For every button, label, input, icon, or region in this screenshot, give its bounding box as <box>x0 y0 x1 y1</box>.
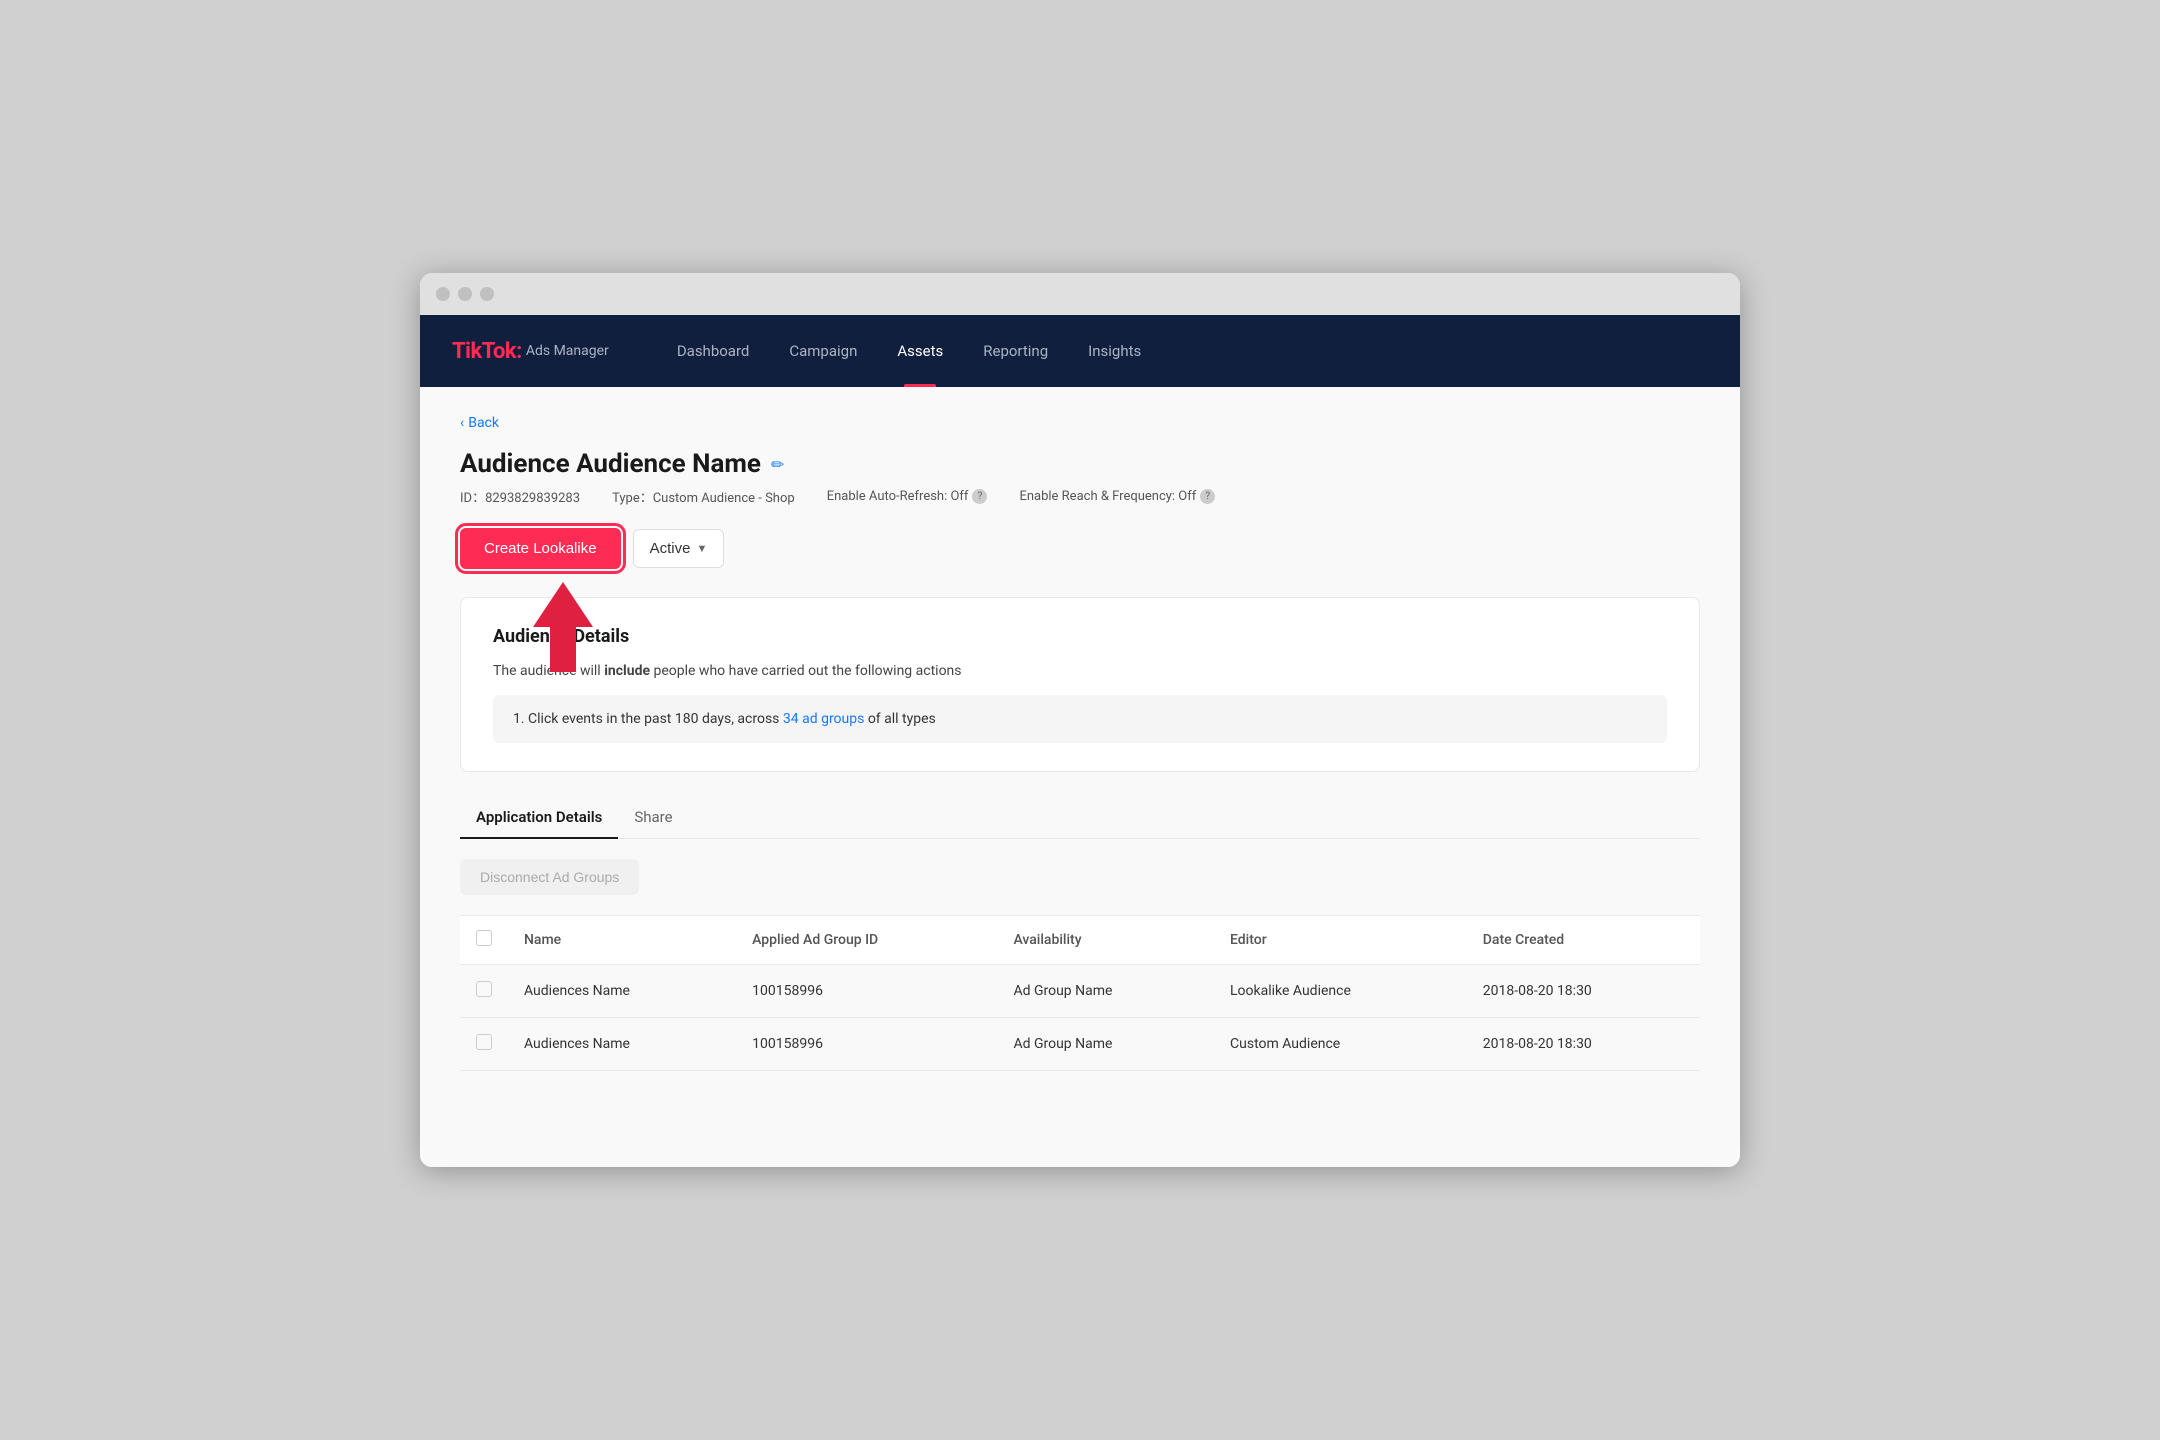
row-checkbox-cell-2 <box>460 1018 508 1071</box>
auto-refresh-help-icon[interactable]: ? <box>972 489 987 504</box>
table-row: Audiences Name 100158996 Ad Group Name C… <box>460 1018 1700 1071</box>
header-checkbox-cell <box>460 916 508 965</box>
row-checkbox-2[interactable] <box>476 1034 492 1050</box>
row-ad-group-id-2: 100158996 <box>736 1018 997 1071</box>
nav-item-campaign[interactable]: Campaign <box>769 315 877 387</box>
auto-refresh-status: Enable Auto-Refresh: Off ? <box>827 489 988 504</box>
header-availability: Availability <box>997 916 1214 965</box>
reach-frequency-status: Enable Reach & Frequency: Off ? <box>1019 489 1215 504</box>
traffic-light-maximize[interactable] <box>480 287 494 301</box>
row-name-2: Audiences Name <box>508 1018 736 1071</box>
disconnect-ad-groups-button[interactable]: Disconnect Ad Groups <box>460 859 639 895</box>
back-chevron-icon: ‹ <box>460 415 464 431</box>
row-ad-group-id-1: 100158996 <box>736 965 997 1018</box>
audience-details-title: Audience Details <box>493 626 1667 647</box>
active-status-button[interactable]: Active ▼ <box>633 529 725 568</box>
navigation-bar: TikTok: Ads Manager Dashboard Campaign A… <box>420 315 1740 387</box>
page-title: Audience Audience Name <box>460 449 761 479</box>
nav-item-assets[interactable]: Assets <box>877 315 963 387</box>
row-date-created-1: 2018-08-20 18:30 <box>1467 965 1700 1018</box>
tab-share[interactable]: Share <box>618 796 688 838</box>
nav-items: Dashboard Campaign Assets Reporting Insi… <box>657 315 1161 387</box>
browser-chrome <box>420 273 1740 315</box>
table-body: Audiences Name 100158996 Ad Group Name L… <box>460 965 1700 1071</box>
row-name-1: Audiences Name <box>508 965 736 1018</box>
chevron-down-icon: ▼ <box>696 543 707 555</box>
create-lookalike-button[interactable]: Create Lookalike <box>460 528 621 569</box>
row-date-created-2: 2018-08-20 18:30 <box>1467 1018 1700 1071</box>
nav-item-reporting[interactable]: Reporting <box>963 315 1068 387</box>
logo-ads-manager: Ads Manager <box>526 343 609 359</box>
traffic-light-minimize[interactable] <box>458 287 472 301</box>
traffic-light-close[interactable] <box>436 287 450 301</box>
nav-item-insights[interactable]: Insights <box>1068 315 1161 387</box>
actions-row: Create Lookalike Active ▼ <box>460 528 1700 569</box>
row-checkbox-cell-1 <box>460 965 508 1018</box>
header-date-created: Date Created <box>1467 916 1700 965</box>
header-ad-group-id: Applied Ad Group ID <box>736 916 997 965</box>
header-name: Name <box>508 916 736 965</box>
row-checkbox-1[interactable] <box>476 981 492 997</box>
header-editor: Editor <box>1214 916 1467 965</box>
page-title-row: Audience Audience Name ✏ <box>460 449 1700 479</box>
edit-icon[interactable]: ✏ <box>771 455 784 474</box>
row-availability-2: Ad Group Name <box>997 1018 1214 1071</box>
audience-type: Type：Custom Audience - Shop <box>612 487 795 506</box>
reach-frequency-help-icon[interactable]: ? <box>1200 489 1215 504</box>
row-editor-2: Custom Audience <box>1214 1018 1467 1071</box>
audience-description: The audience will include people who hav… <box>493 663 1667 679</box>
audience-details-card: Audience Details The audience will inclu… <box>460 597 1700 772</box>
back-link[interactable]: ‹ Back <box>460 415 1700 431</box>
up-arrow-svg <box>528 582 598 672</box>
nav-item-dashboard[interactable]: Dashboard <box>657 315 770 387</box>
meta-row: ID：8293829839283 Type：Custom Audience - … <box>460 487 1700 506</box>
page-content: ‹ Back Audience Audience Name ✏ ID：82938… <box>420 387 1740 1167</box>
logo-area: TikTok: Ads Manager <box>452 339 609 364</box>
audience-rule: 1. Click events in the past 180 days, ac… <box>493 695 1667 743</box>
logo-tiktok: TikTok: <box>452 339 522 364</box>
table-header: Name Applied Ad Group ID Availability Ed… <box>460 916 1700 965</box>
tab-application-details[interactable]: Application Details <box>460 796 618 838</box>
audience-id: ID：8293829839283 <box>460 487 580 506</box>
row-availability-1: Ad Group Name <box>997 965 1214 1018</box>
details-tabs-section: Application Details Share Disconnect Ad … <box>460 796 1700 1071</box>
browser-window: TikTok: Ads Manager Dashboard Campaign A… <box>420 273 1740 1167</box>
tabs-row: Application Details Share <box>460 796 1700 839</box>
table-row: Audiences Name 100158996 Ad Group Name L… <box>460 965 1700 1018</box>
ad-groups-link[interactable]: 34 ad groups <box>783 711 864 727</box>
select-all-checkbox[interactable] <box>476 930 492 946</box>
ad-groups-table: Name Applied Ad Group ID Availability Ed… <box>460 915 1700 1071</box>
row-editor-1: Lookalike Audience <box>1214 965 1467 1018</box>
